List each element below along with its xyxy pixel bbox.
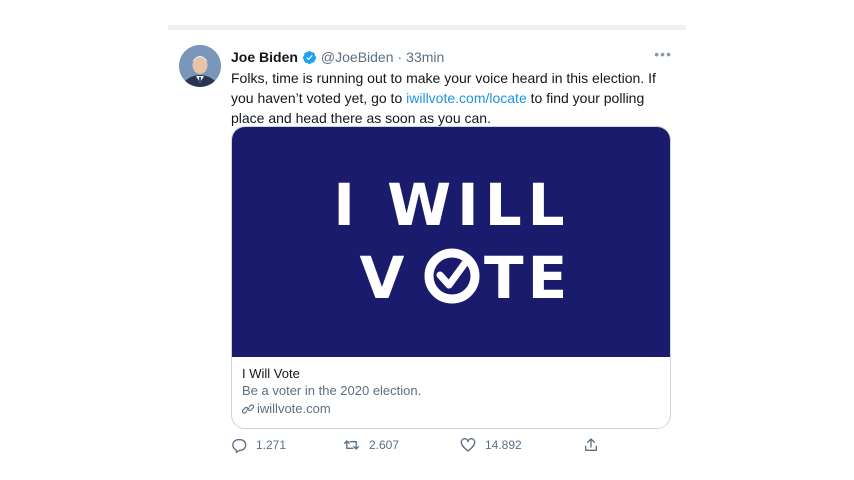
tweet-text: Folks, time is running out to make your … [231, 68, 676, 128]
reply-button[interactable]: 1.271 [231, 435, 286, 455]
card-url: iwillvote.com [242, 400, 660, 418]
tweet-timestamp[interactable]: 33min [406, 49, 444, 65]
i-will-vote-logo: I WILL V TE [333, 171, 571, 312]
share-button[interactable] [583, 435, 608, 455]
card-info: I Will Vote Be a voter in the 2020 elect… [242, 365, 660, 418]
tweet-header: Joe Biden @JoeBiden · 33min [231, 47, 444, 67]
heart-icon [460, 438, 476, 452]
retweet-button[interactable]: 2.607 [343, 435, 399, 455]
like-count: 14.892 [485, 438, 522, 452]
tweet-link[interactable]: iwillvote.com/locate [406, 90, 527, 106]
author-name[interactable]: Joe Biden [231, 49, 298, 65]
retweet-icon [343, 440, 360, 450]
checkmark-o-icon [424, 248, 480, 304]
reply-count: 1.271 [256, 438, 287, 452]
card-title: I Will Vote [242, 366, 300, 381]
logo-line-2-te: TE [484, 244, 571, 312]
card-description: Be a voter in the 2020 election. [242, 383, 422, 398]
header-separator: · [397, 49, 403, 65]
verified-badge-icon [302, 50, 316, 64]
share-icon [585, 438, 597, 451]
card-image[interactable]: I WILL V TE [232, 127, 670, 357]
link-preview-card[interactable]: I WILL V TE I Will Vote Be a voter in th… [231, 126, 671, 429]
author-handle[interactable]: @JoeBiden [321, 49, 394, 65]
reply-icon [232, 439, 247, 453]
tweet[interactable]: Joe Biden @JoeBiden · 33min ••• Folks, t… [168, 25, 686, 462]
card-url-text: iwillvote.com [257, 401, 331, 416]
more-options-icon[interactable]: ••• [654, 47, 672, 61]
link-icon [242, 404, 254, 414]
like-button[interactable]: 14.892 [460, 435, 522, 455]
avatar[interactable] [179, 45, 221, 87]
retweet-count: 2.607 [369, 438, 400, 452]
tweet-actions: 1.271 2.607 14.892 [231, 435, 611, 455]
logo-line-1: I WILL [333, 171, 570, 239]
avatar-image [179, 45, 221, 87]
logo-line-2-v: V [360, 244, 405, 312]
